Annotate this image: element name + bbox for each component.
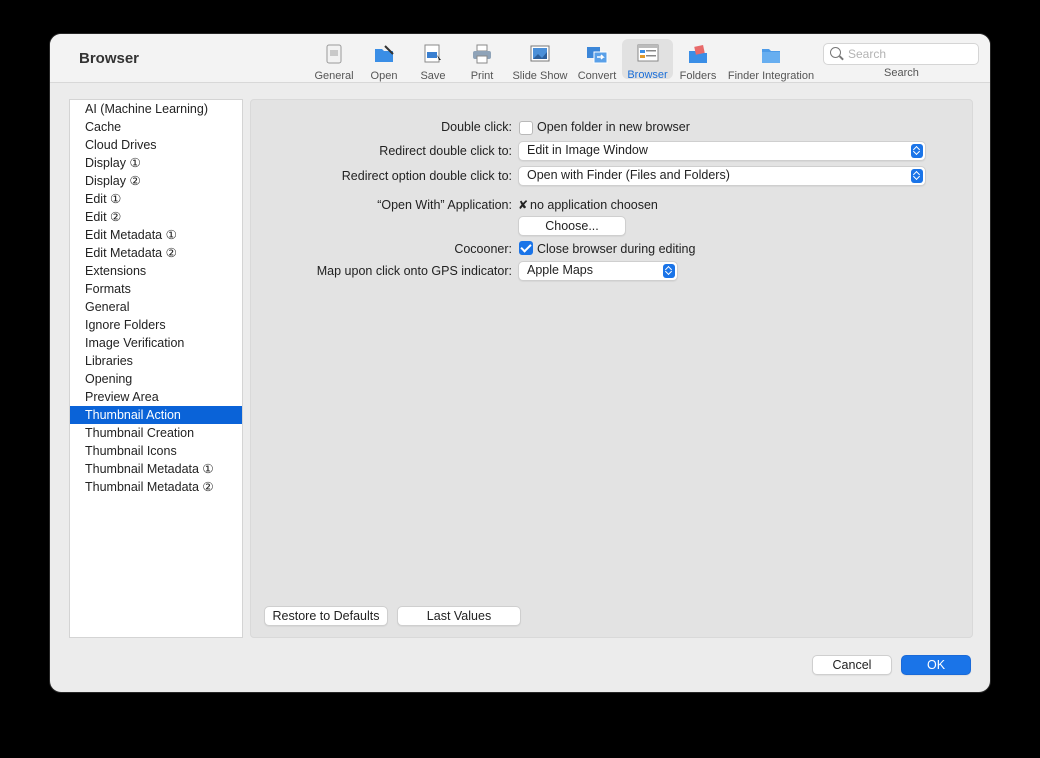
toolbar-save-label: Save: [420, 70, 446, 82]
redirect-option-double-click-value: Open with Finder (Files and Folders): [527, 168, 730, 182]
window-title: Browser: [79, 50, 140, 67]
sidebar-item-display-1[interactable]: Display ①: [70, 154, 242, 172]
redirect-double-click-value: Edit in Image Window: [527, 143, 648, 157]
slideshow-icon: [529, 43, 551, 65]
toolbar-slideshow-label: Slide Show: [512, 70, 568, 82]
sidebar-item-edit-metadata-1[interactable]: Edit Metadata ①: [70, 226, 242, 244]
sidebar-item-preview-area[interactable]: Preview Area: [70, 388, 242, 406]
open-folder-new-browser-text: Open folder in new browser: [537, 120, 690, 134]
toolbar-browser[interactable]: Browser: [622, 39, 673, 81]
toolbar-finder-integration[interactable]: Finder Integration: [727, 40, 815, 82]
toolbar-print-label: Print: [470, 70, 494, 82]
double-click-label: Double click:: [441, 120, 512, 134]
map-gps-value: Apple Maps: [527, 263, 594, 277]
sidebar-item-display-2[interactable]: Display ②: [70, 172, 242, 190]
cocooner-label: Cocooner:: [454, 242, 512, 256]
sidebar-item-ignore-folders[interactable]: Ignore Folders: [70, 316, 242, 334]
sidebar-item-libraries[interactable]: Libraries: [70, 352, 242, 370]
popup-arrows-icon: [911, 169, 923, 183]
search-field[interactable]: [823, 43, 979, 65]
sidebar-item-cache[interactable]: Cache: [70, 118, 242, 136]
toolbar-slideshow[interactable]: Slide Show: [512, 40, 568, 82]
search-icon: [830, 47, 841, 58]
redirect-option-double-click-popup[interactable]: Open with Finder (Files and Folders): [518, 166, 926, 186]
sidebar-item-edit-1[interactable]: Edit ①: [70, 190, 242, 208]
map-gps-label: Map upon click onto GPS indicator:: [316, 264, 512, 278]
toolbar-open[interactable]: Open: [368, 40, 400, 82]
toolbar-convert[interactable]: Convert: [577, 40, 617, 82]
close-browser-checkbox[interactable]: [519, 241, 533, 255]
toolbar-folders[interactable]: Folders: [679, 40, 717, 82]
open-with-application-value: no application choosen: [530, 198, 658, 212]
close-browser-text: Close browser during editing: [537, 242, 696, 256]
save-icon: [422, 43, 444, 65]
redirect-double-click-popup[interactable]: Edit in Image Window: [518, 141, 926, 161]
settings-panel: Double click: Open folder in new browser…: [250, 99, 973, 638]
toolbar-general[interactable]: General: [314, 40, 354, 82]
sidebar-item-cloud-drives[interactable]: Cloud Drives: [70, 136, 242, 154]
open-folder-new-browser-checkbox[interactable]: [519, 121, 533, 135]
open-with-application-label: “Open With” Application:: [377, 198, 512, 212]
toolbar-save[interactable]: Save: [418, 40, 448, 82]
popup-arrows-icon: [663, 264, 675, 278]
finder-folder-icon: [760, 43, 782, 65]
map-gps-popup[interactable]: Apple Maps: [518, 261, 678, 281]
sidebar-item-opening[interactable]: Opening: [70, 370, 242, 388]
sidebar-item-formats[interactable]: Formats: [70, 280, 242, 298]
category-sidebar: AI (Machine Learning) Cache Cloud Drives…: [69, 99, 243, 638]
browser-icon: [637, 42, 659, 64]
search-input[interactable]: [846, 45, 975, 63]
open-icon: [373, 43, 395, 65]
last-values-button[interactable]: Last Values: [397, 606, 521, 626]
search-label: Search: [884, 67, 919, 79]
toolbar-folders-label: Folders: [679, 70, 717, 82]
toolbar-browser-label: Browser: [627, 69, 668, 81]
redirect-double-click-label: Redirect double click to:: [379, 144, 512, 158]
sidebar-item-extensions[interactable]: Extensions: [70, 262, 242, 280]
choose-application-button[interactable]: Choose...: [518, 216, 626, 236]
convert-icon: [586, 43, 608, 65]
sidebar-item-thumbnail-metadata-1[interactable]: Thumbnail Metadata ①: [70, 460, 242, 478]
toolbar-print[interactable]: Print: [469, 40, 495, 82]
toolbar: Browser General Open Save Print Slide Sh…: [50, 34, 990, 83]
cancel-button[interactable]: Cancel: [812, 655, 892, 675]
preferences-window: Browser General Open Save Print Slide Sh…: [50, 34, 990, 692]
ok-button[interactable]: OK: [901, 655, 971, 675]
sidebar-item-ai[interactable]: AI (Machine Learning): [70, 100, 242, 118]
general-icon: [323, 43, 345, 65]
toolbar-open-label: Open: [370, 70, 398, 82]
sidebar-item-image-verification[interactable]: Image Verification: [70, 334, 242, 352]
toolbar-finder-integration-label: Finder Integration: [727, 70, 815, 82]
toolbar-convert-label: Convert: [577, 70, 617, 82]
restore-defaults-button[interactable]: Restore to Defaults: [264, 606, 388, 626]
redirect-option-double-click-label: Redirect option double click to:: [341, 169, 512, 183]
sidebar-item-edit-metadata-2[interactable]: Edit Metadata ②: [70, 244, 242, 262]
sidebar-item-thumbnail-creation[interactable]: Thumbnail Creation: [70, 424, 242, 442]
folders-icon: [687, 43, 709, 65]
printer-icon: [471, 43, 493, 65]
sidebar-item-thumbnail-metadata-2[interactable]: Thumbnail Metadata ②: [70, 478, 242, 496]
sidebar-item-general[interactable]: General: [70, 298, 242, 316]
sidebar-item-thumbnail-icons[interactable]: Thumbnail Icons: [70, 442, 242, 460]
no-app-x-icon: ✘: [518, 198, 529, 212]
sidebar-item-thumbnail-action[interactable]: Thumbnail Action: [70, 406, 242, 424]
sidebar-item-edit-2[interactable]: Edit ②: [70, 208, 242, 226]
toolbar-general-label: General: [314, 70, 354, 82]
popup-arrows-icon: [911, 144, 923, 158]
